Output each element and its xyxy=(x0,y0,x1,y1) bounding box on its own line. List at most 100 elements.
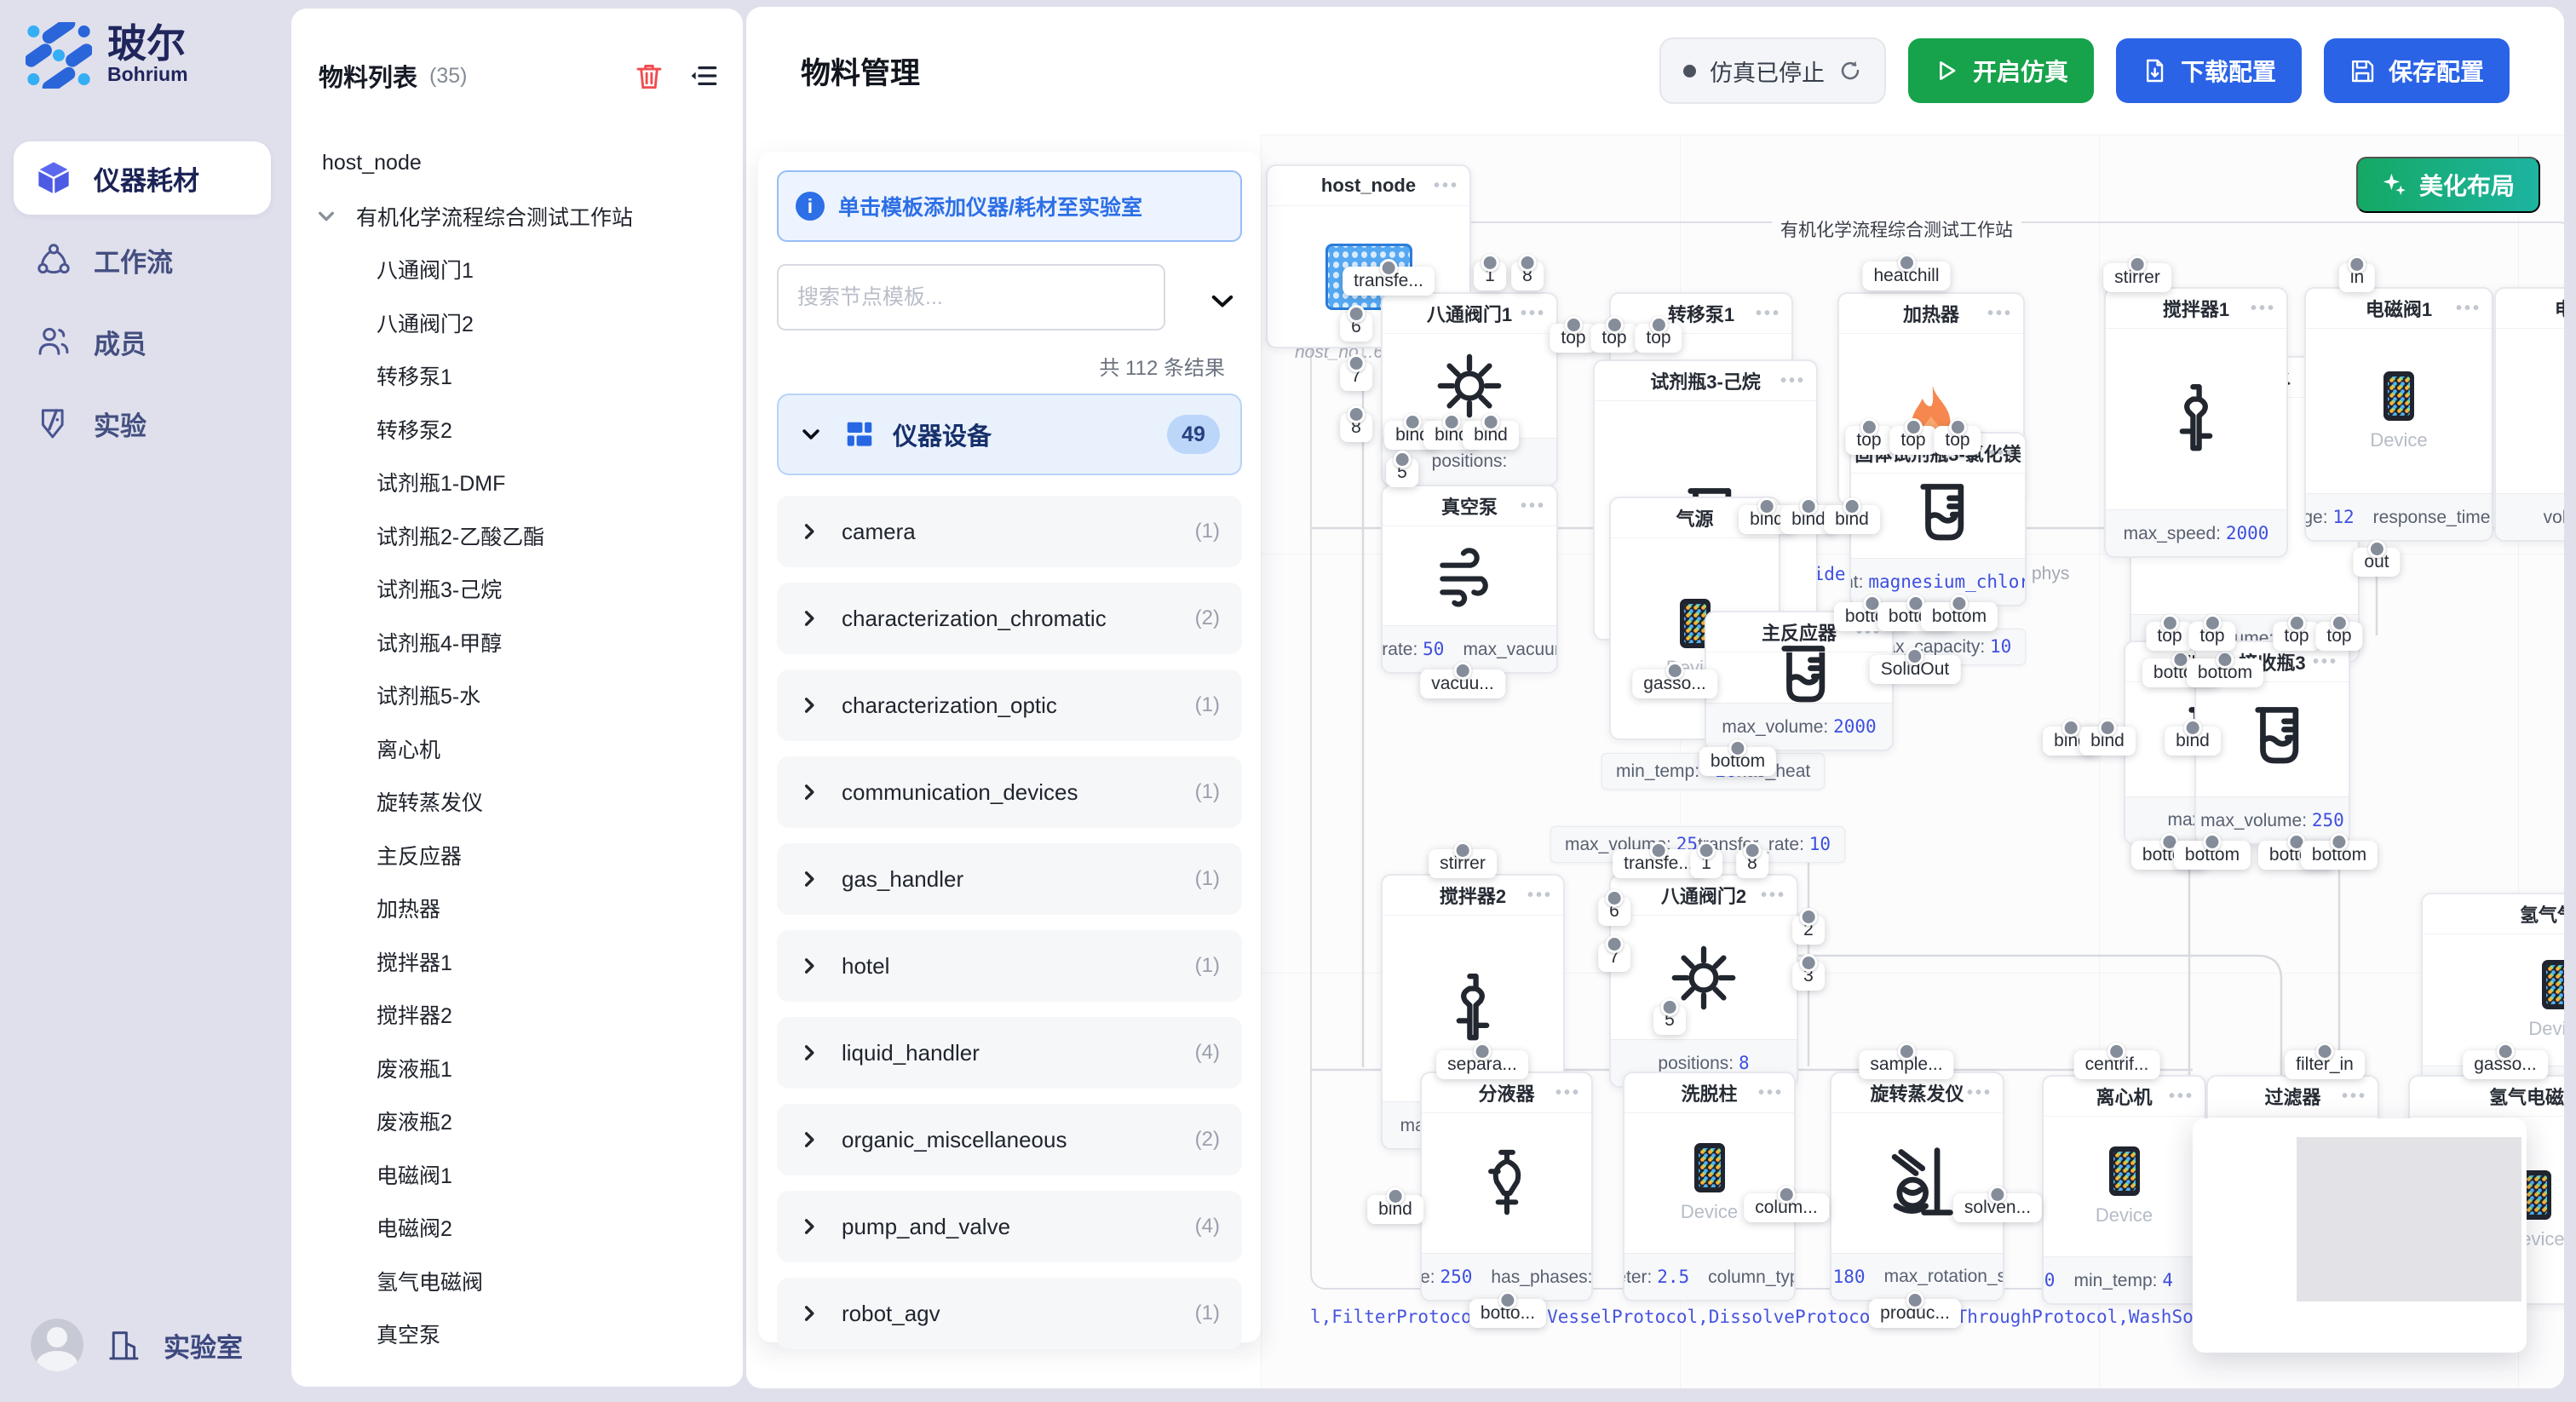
template-category-camera[interactable]: camera (1) xyxy=(777,496,1242,567)
download-config-button[interactable]: 下载配置 xyxy=(2116,38,2302,103)
save-config-button[interactable]: 保存配置 xyxy=(2324,38,2510,103)
port-pill-top[interactable]: top xyxy=(2273,622,2320,651)
port-pill-top[interactable]: top xyxy=(2315,622,2362,651)
tree-item[interactable]: 转移泵2 xyxy=(291,403,738,457)
sidebar-footer[interactable]: 实验室 xyxy=(31,1319,243,1371)
tree-item[interactable]: 离心机 xyxy=(291,722,738,776)
port-pill-7[interactable]: 7 xyxy=(1598,943,1630,972)
node-menu-icon[interactable]: ••• xyxy=(1521,486,1546,526)
port-pill-stirrer[interactable]: stirrer xyxy=(2103,263,2171,292)
port-pill-bind[interactable]: bind xyxy=(1367,1195,1423,1224)
node-menu-icon[interactable]: ••• xyxy=(1987,294,2013,333)
template-category-pump_and_valve[interactable]: pump_and_valve (4) xyxy=(777,1191,1242,1262)
canvas-node[interactable]: 八通阀门2••• positions: 8 xyxy=(1609,874,1798,1088)
port-pill-botto[interactable]: botto... xyxy=(1469,1299,1546,1328)
tree-item[interactable]: host_node xyxy=(291,136,738,190)
port-pill-heatchill[interactable]: heatchill xyxy=(1862,261,1950,290)
port-pill-sample[interactable]: sample... xyxy=(1859,1050,1953,1079)
node-menu-icon[interactable]: ••• xyxy=(1521,294,1546,333)
port-pill-transfe[interactable]: transfe... xyxy=(1343,267,1435,296)
port-pill-top[interactable]: top xyxy=(1635,324,1682,353)
port-pill-out[interactable]: out xyxy=(2353,548,2400,577)
flow-canvas[interactable]: 有机化学流程综合测试工作站 l,FilterProtocol,CleanVess… xyxy=(1261,135,2564,1388)
tree-item[interactable]: 试剂瓶1-DMF xyxy=(291,456,738,509)
beautify-layout-button[interactable]: 美化布局 xyxy=(2356,157,2540,213)
node-menu-icon[interactable]: ••• xyxy=(1780,361,1806,400)
tree-item[interactable]: 试剂瓶2-乙酸乙酯 xyxy=(291,509,738,563)
simulation-status-pill[interactable]: 仿真已停止 xyxy=(1659,37,1886,104)
canvas-node[interactable]: 旋转蒸发仪••• temp: 180max_rotation_speed: xyxy=(1830,1072,2004,1301)
delete-all-icon[interactable] xyxy=(634,60,664,91)
sidebar-item-experiment[interactable]: 实验 xyxy=(14,387,271,460)
tree-item[interactable]: 废液瓶2 xyxy=(291,1095,738,1148)
port-pill-stirrer[interactable]: stirrer xyxy=(1429,849,1497,878)
refresh-icon[interactable] xyxy=(1838,59,1862,83)
node-menu-icon[interactable]: ••• xyxy=(2456,289,2481,328)
canvas-node[interactable]: 真空泵••• pump_rate: 50max_vacuum: 0.1 xyxy=(1381,485,1558,674)
port-pill-1[interactable]: 1 xyxy=(1690,849,1722,878)
node-menu-icon[interactable]: ••• xyxy=(1761,876,1786,915)
port-pill-gasso[interactable]: gasso... xyxy=(2463,1050,2548,1079)
template-category-hotel[interactable]: hotel (1) xyxy=(777,930,1242,1002)
template-category-characterization_chromatic[interactable]: characterization_chromatic (2) xyxy=(777,583,1242,654)
node-menu-icon[interactable]: ••• xyxy=(1434,166,1459,205)
port-pill-8[interactable]: 8 xyxy=(1736,849,1768,878)
template-category-liquid_handler[interactable]: liquid_handler (4) xyxy=(777,1017,1242,1089)
template-category-organic_miscellaneous[interactable]: organic_miscellaneous (2) xyxy=(777,1104,1242,1175)
template-category-gas_handler[interactable]: gas_handler (1) xyxy=(777,843,1242,915)
template-category-robot_agv[interactable]: robot_agv (1) xyxy=(777,1278,1242,1349)
node-menu-icon[interactable]: ••• xyxy=(1527,876,1553,915)
canvas-node[interactable]: 电磁阀2••• voltage: 12 xyxy=(2494,287,2564,542)
port-pill-solidout[interactable]: SolidOut xyxy=(1870,655,1961,684)
node-menu-icon[interactable]: ••• xyxy=(1967,1073,1992,1112)
canvas-node[interactable]: 主反应器••• max_volume: 2000 xyxy=(1705,611,1894,751)
port-pill-bind[interactable]: bind xyxy=(1463,421,1519,450)
port-pill-bottom[interactable]: bottom xyxy=(2174,841,2251,870)
port-pill-bind[interactable]: bind xyxy=(2165,727,2221,756)
tree-item[interactable]: 加热器 xyxy=(291,882,738,935)
port-pill-2[interactable]: 2 xyxy=(1792,916,1825,945)
tree-item[interactable]: 主反应器 xyxy=(291,829,738,882)
port-pill-centrif[interactable]: centrif... xyxy=(2074,1050,2160,1079)
port-pill-top[interactable]: top xyxy=(1845,426,1892,455)
start-simulation-button[interactable]: 开启仿真 xyxy=(1908,38,2094,103)
port-pill-8[interactable]: 8 xyxy=(1340,413,1372,442)
canvas-node[interactable]: 离心机••• Devicetemp: 40min_temp: 4max_spe xyxy=(2042,1075,2206,1305)
category-instrument-devices[interactable]: 仪器设备 49 xyxy=(777,394,1242,475)
tree-item[interactable]: 试剂瓶3-己烷 xyxy=(291,562,738,616)
sidebar-item-cube[interactable]: 仪器耗材 xyxy=(14,141,271,215)
template-search-input[interactable] xyxy=(777,264,1165,330)
port-pill-separa[interactable]: separa... xyxy=(1436,1050,1528,1079)
tree-item[interactable]: 电磁阀1 xyxy=(291,1148,738,1202)
tree-item[interactable]: 试剂瓶5-水 xyxy=(291,669,738,722)
node-menu-icon[interactable]: ••• xyxy=(2251,289,2276,328)
port-pill-bottom[interactable]: bottom xyxy=(1699,747,1776,776)
port-pill-bottom[interactable]: bottom xyxy=(2301,841,2378,870)
minimap[interactable] xyxy=(2193,1118,2527,1353)
port-pill-top[interactable]: top xyxy=(2146,622,2193,651)
node-menu-icon[interactable]: ••• xyxy=(1555,1073,1581,1112)
tree-item[interactable]: 试剂瓶4-甲醇 xyxy=(291,616,738,669)
node-menu-icon[interactable]: ••• xyxy=(2169,1077,2194,1116)
template-category-characterization_optic[interactable]: characterization_optic (1) xyxy=(777,669,1242,741)
tree-item[interactable]: 搅拌器1 xyxy=(291,935,738,989)
port-pill-filterin[interactable]: filter_in xyxy=(2285,1050,2365,1079)
port-pill-top[interactable]: top xyxy=(1590,324,1637,353)
port-pill-5[interactable]: 5 xyxy=(1653,1006,1686,1035)
sidebar-item-workflow[interactable]: 工作流 xyxy=(14,223,271,296)
tree-item[interactable]: 八通阀门2 xyxy=(291,296,738,350)
port-pill-gasso[interactable]: gasso... xyxy=(1632,669,1717,698)
node-menu-icon[interactable]: ••• xyxy=(1756,294,1781,333)
canvas-node[interactable]: 分液器••• volume: 250has_phases: true xyxy=(1420,1072,1593,1301)
canvas-node[interactable]: 洗脱柱••• Devicediameter: 2.5column_type: s… xyxy=(1623,1072,1796,1301)
tree-item[interactable]: 电磁阀2 xyxy=(291,1201,738,1255)
tree-item[interactable]: 废液瓶1 xyxy=(291,1042,738,1095)
user-avatar[interactable] xyxy=(31,1319,83,1371)
port-pill-top[interactable]: top xyxy=(1550,324,1596,353)
node-menu-icon[interactable]: ••• xyxy=(2342,1077,2367,1116)
port-pill-top[interactable]: top xyxy=(1934,426,1981,455)
port-pill-bottom[interactable]: bottom xyxy=(1921,602,1998,631)
port-pill-vacuu[interactable]: vacuu... xyxy=(1420,669,1505,698)
tree-item[interactable]: 转移泵1 xyxy=(291,349,738,403)
collapse-all-chevron-icon[interactable] xyxy=(1208,286,1237,315)
